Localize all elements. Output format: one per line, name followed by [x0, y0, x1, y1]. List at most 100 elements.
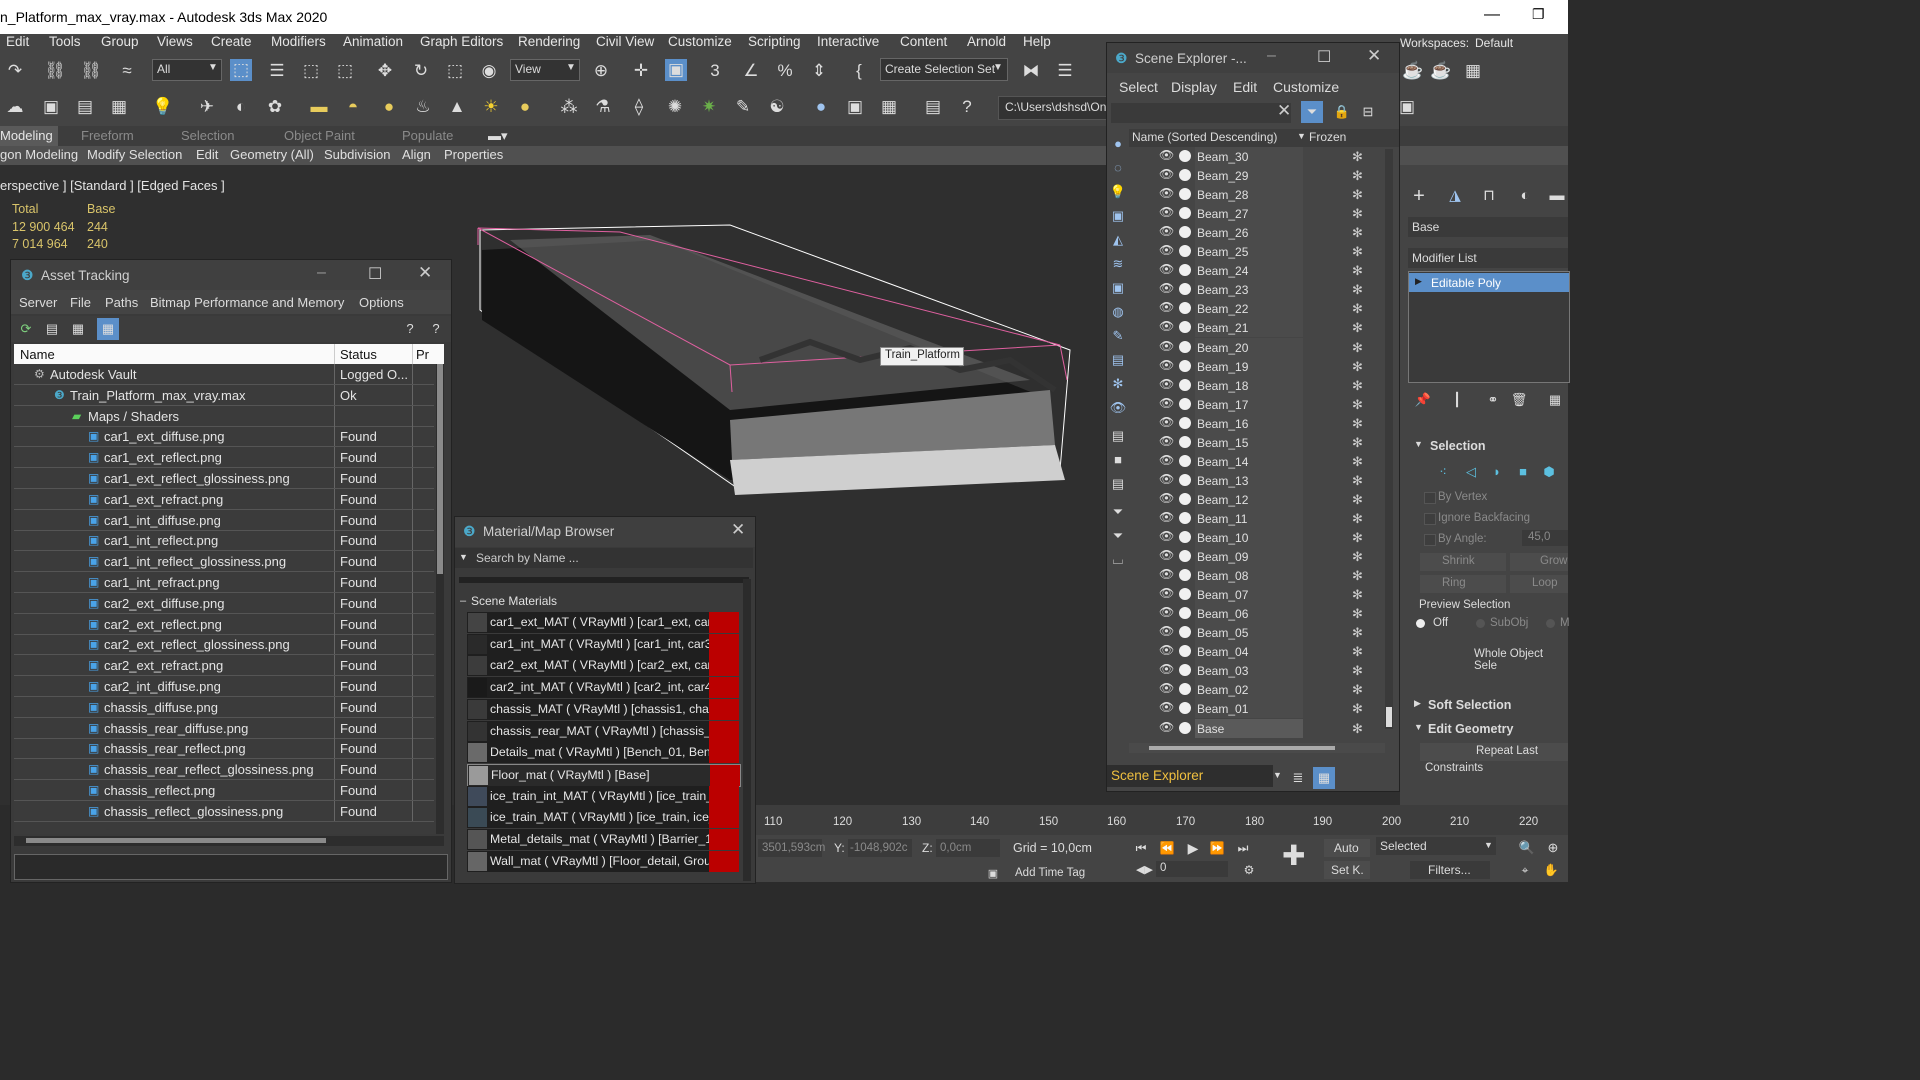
tab-populate[interactable]: Populate — [402, 128, 453, 143]
render-toggle-icon[interactable] — [1179, 321, 1191, 334]
scene-explorer-dropdown[interactable]: Scene Explorer ▼ — [1107, 765, 1282, 787]
placement-icon[interactable]: ◉ — [478, 60, 500, 82]
asset-scrollbar[interactable] — [436, 364, 444, 834]
render-frame-icon[interactable]: ☕ — [1430, 60, 1452, 82]
train-platform-model[interactable] — [470, 220, 1080, 500]
selection-filter-dropdown[interactable]: All ▼ — [152, 59, 222, 81]
render-toggle-icon[interactable] — [1179, 702, 1191, 715]
zoom-icon[interactable]: 🔍 — [1516, 837, 1538, 859]
camera-icon[interactable]: ✈ — [196, 96, 218, 118]
close-icon[interactable]: ✕ — [1367, 46, 1381, 66]
tab-object-paint[interactable]: Object Paint — [284, 128, 355, 143]
material-search-input[interactable]: Search by Name ... — [476, 551, 579, 565]
visibility-eye-icon[interactable]: 👁 — [1159, 262, 1174, 276]
freeze-icon[interactable]: ✻ — [1352, 263, 1363, 279]
render-toggle-icon[interactable] — [1179, 550, 1191, 563]
scale-icon[interactable]: ⬚ — [444, 60, 466, 82]
panel-geometry-all[interactable]: Geometry (All) — [230, 147, 314, 162]
table-icon[interactable]: ▦ — [108, 96, 130, 118]
go-to-start-icon[interactable]: ⏮ — [1130, 837, 1152, 859]
render-toggle-icon[interactable] — [1179, 378, 1191, 391]
rectangle-light-icon[interactable]: ▬ — [308, 96, 330, 118]
list-view-icon[interactable]: ▤ — [41, 318, 63, 340]
freeze-icon[interactable]: ✻ — [1352, 340, 1363, 356]
material-item[interactable]: Metal_details_mat ( VRayMtl ) [Barrier_1… — [467, 829, 739, 850]
visibility-eye-icon[interactable]: 👁 — [1159, 339, 1174, 353]
vray-save-icon[interactable]: ▤ — [922, 96, 944, 118]
asset-row[interactable]: ▣ car1_ext_refract.png Found — [14, 488, 434, 510]
render-toggle-icon[interactable] — [1179, 492, 1191, 505]
column-status[interactable]: Status — [340, 347, 377, 362]
previous-frame-icon[interactable]: ⏪ — [1156, 837, 1178, 859]
render-toggle-icon[interactable] — [1179, 397, 1191, 410]
sphere-icon[interactable]: ● — [378, 96, 400, 118]
visibility-eye-icon[interactable]: 👁 — [1159, 319, 1174, 333]
tab-modeling[interactable]: Modeling — [0, 128, 53, 143]
current-frame-field[interactable]: 0 — [1156, 861, 1228, 877]
material-item[interactable]: Details_mat ( VRayMtl ) [Bench_01, Bench… — [467, 742, 739, 764]
display-shapes-icon[interactable]: ◌ — [1107, 157, 1129, 179]
create-selection-set-dropdown[interactable]: Create Selection Set ▼ — [880, 58, 1008, 81]
display-tab-icon[interactable]: ▬ — [1546, 185, 1568, 207]
visibility-eye-icon[interactable]: 👁 — [1159, 720, 1174, 734]
asset-row[interactable]: ▣ car1_ext_diffuse.png Found — [14, 426, 434, 448]
render-toggle-icon[interactable] — [1179, 226, 1191, 239]
asset-row[interactable]: ▣ car1_int_refract.png Found — [14, 572, 434, 593]
minimize-icon[interactable]: — — [1484, 6, 1500, 24]
visibility-eye-icon[interactable]: 👁 — [1159, 434, 1174, 448]
pivot-icon[interactable]: ⊕ — [590, 60, 612, 82]
scene-object-row[interactable]: 👁 Beam_13 ✻ — [1129, 470, 1380, 490]
motion-tab-icon[interactable]: ◐ — [1514, 185, 1536, 207]
freeze-icon[interactable]: ✻ — [1352, 320, 1363, 336]
hierarchy-tab-icon[interactable]: ⊓ — [1478, 185, 1500, 207]
create-tab-icon[interactable]: + — [1408, 185, 1430, 207]
menu-display[interactable]: Display — [1171, 79, 1217, 95]
help-icon[interactable]: ? — [956, 96, 978, 118]
scene-object-row[interactable]: 👁 Beam_29 ✻ — [1129, 166, 1380, 186]
freeze-icon[interactable]: ✻ — [1352, 663, 1363, 679]
asset-row[interactable]: ▣ chassis_rear_diffuse.png Found — [14, 717, 434, 739]
ring-button[interactable]: Ring — [1420, 575, 1506, 593]
visibility-eye-icon[interactable]: 👁 — [1159, 224, 1174, 238]
asset-row[interactable]: ▣ chassis_rear_reflect.png Found — [14, 738, 434, 760]
image-icon[interactable]: ▣ — [40, 96, 62, 118]
menu-tools[interactable]: Tools — [49, 34, 81, 49]
panel-edit[interactable]: Edit — [196, 147, 218, 162]
scene-scrollbar[interactable] — [1385, 149, 1393, 729]
menu-server[interactable]: Server — [19, 295, 57, 310]
sort-by-hierarchy-icon[interactable]: ▦ — [1313, 767, 1335, 789]
material-item[interactable]: Floor_mat ( VRayMtl ) [Base] — [467, 763, 741, 787]
freeze-icon[interactable]: ✻ — [1352, 435, 1363, 451]
scene-search-input[interactable] — [1111, 103, 1291, 123]
add-time-tag-label[interactable]: Add Time Tag — [1015, 867, 1085, 879]
menu-interactive[interactable]: Interactive — [817, 34, 879, 49]
display-geometry-icon[interactable]: ● — [1107, 133, 1129, 155]
render-toggle-icon[interactable] — [1179, 645, 1191, 658]
visibility-eye-icon[interactable]: 👁 — [1159, 205, 1174, 219]
expand-icon[interactable]: ▶ — [1415, 276, 1422, 287]
chevron-down-icon[interactable]: ▼ — [459, 552, 468, 562]
scene-object-row[interactable]: 👁 Beam_05 ✻ — [1129, 623, 1380, 643]
select-by-name-icon[interactable]: ☰ — [266, 60, 288, 82]
visibility-eye-icon[interactable]: 👁 — [1159, 548, 1174, 562]
filters-button[interactable]: Filters... — [1410, 861, 1490, 879]
vray-plane-icon[interactable]: ⟠ — [628, 96, 650, 118]
asset-row[interactable]: ▣ car2_int_diffuse.png Found — [14, 676, 434, 697]
asset-row[interactable]: ▣ chassis_reflect.png Found — [14, 780, 434, 801]
panel-polygon-modeling[interactable]: gon Modeling — [0, 147, 78, 162]
hierarchy-icon[interactable]: ⊟ — [1357, 101, 1379, 123]
scene-object-row[interactable]: 👁 Beam_07 ✻ — [1129, 585, 1380, 605]
cloud-icon[interactable]: ☁ — [4, 96, 26, 118]
scene-object-row[interactable]: 👁 Beam_03 ✻ — [1129, 661, 1380, 681]
layers-icon[interactable]: ≣ — [1287, 767, 1309, 789]
material-item[interactable]: car2_ext_MAT ( VRayMtl ) [car2_ext, car2… — [467, 655, 739, 677]
reference-coordinate-dropdown[interactable]: View ▼ — [510, 59, 580, 81]
timeline-ruler[interactable]: 110 120 130 140 150 160 170 180 190 200 … — [756, 805, 1568, 835]
asset-row[interactable]: ▣ car2_ext_reflect.png Found — [14, 613, 434, 635]
scene-object-row[interactable]: 👁 Beam_27 ✻ — [1129, 204, 1380, 224]
visibility-eye-icon[interactable]: 👁 — [1159, 148, 1174, 162]
ignore-backfacing-checkbox[interactable] — [1424, 513, 1436, 525]
visibility-eye-icon[interactable]: 👁 — [1159, 300, 1174, 314]
menu-edit[interactable]: Edit — [6, 34, 29, 49]
render-toggle-icon[interactable] — [1179, 626, 1191, 639]
